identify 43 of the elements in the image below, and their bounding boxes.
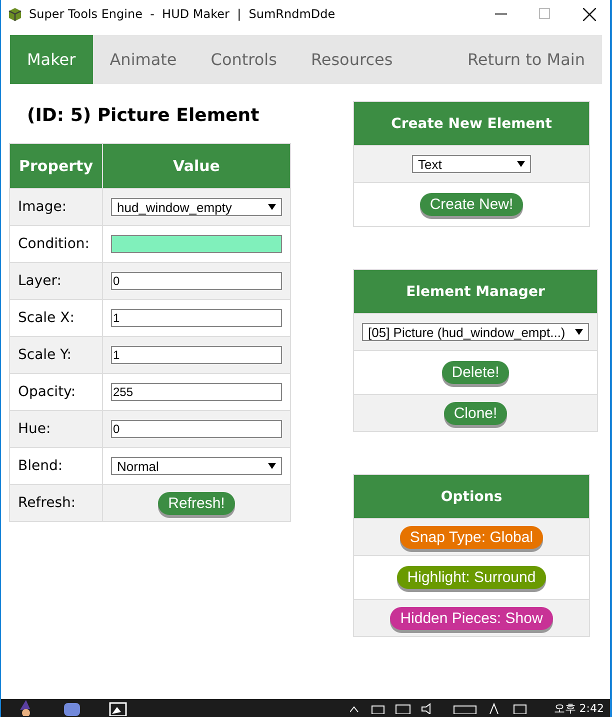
close-icon[interactable] (583, 8, 596, 20)
action-button[interactable]: Clone! (444, 402, 508, 424)
panel-title: Create New Element (354, 102, 589, 145)
input-field[interactable]: 1 (111, 309, 282, 327)
action-button[interactable]: Delete! (442, 361, 510, 384)
window-title: Super Tools Engine - HUD Maker | SumRndmDde (29, 7, 336, 21)
property-label: Scale Y: (10, 336, 102, 374)
dropdown[interactable]: [05] Picture (hud_window_empt...) (362, 323, 589, 341)
nav-tab[interactable]: Animate (92, 35, 194, 84)
nav-tab[interactable]: Resources (294, 35, 410, 84)
input-field[interactable]: 255 (111, 383, 282, 401)
image-icon[interactable] (107, 700, 129, 716)
dropdown[interactable]: Normal (111, 457, 282, 475)
dropdown[interactable]: Text (412, 155, 531, 173)
input-field[interactable]: 0 (111, 420, 282, 438)
input-field[interactable] (111, 235, 282, 253)
input-field[interactable]: 1 (111, 346, 282, 364)
caret-icon (268, 203, 276, 211)
input-field[interactable]: 0 (111, 272, 282, 290)
section-title: (ID: 5) Picture Element (27, 105, 260, 126)
column-header: Value (102, 144, 290, 188)
option-button[interactable]: Snap Type: Global (400, 526, 544, 548)
create-button[interactable]: Create New! (420, 193, 524, 216)
option-button[interactable]: Highlight: Surround (397, 566, 546, 589)
nav-tab[interactable]: Maker (10, 35, 93, 84)
caret-icon (517, 160, 525, 168)
return-link[interactable]: Return to Main (450, 35, 602, 84)
panel-title: Element Manager (354, 270, 597, 313)
option-button[interactable]: Hidden Pieces: Show (390, 606, 553, 630)
refresh-button[interactable]: Refresh! (158, 492, 235, 514)
property-label: Image: (10, 188, 102, 226)
property-label: Hue: (10, 410, 102, 448)
property-label: Layer: (10, 262, 102, 300)
panel-title: Options (354, 475, 589, 518)
property-label: Refresh: (10, 484, 102, 522)
taskbar-clock: 오후 2:42 (554, 700, 604, 716)
column-header: Property (10, 144, 102, 188)
caret-icon (268, 462, 276, 470)
dropdown[interactable]: hud_window_empty (111, 198, 282, 216)
chat-app-icon[interactable] (61, 700, 83, 716)
app-icon (7, 6, 23, 22)
caret-icon (575, 328, 583, 336)
nav-tab[interactable]: Controls (194, 35, 294, 84)
